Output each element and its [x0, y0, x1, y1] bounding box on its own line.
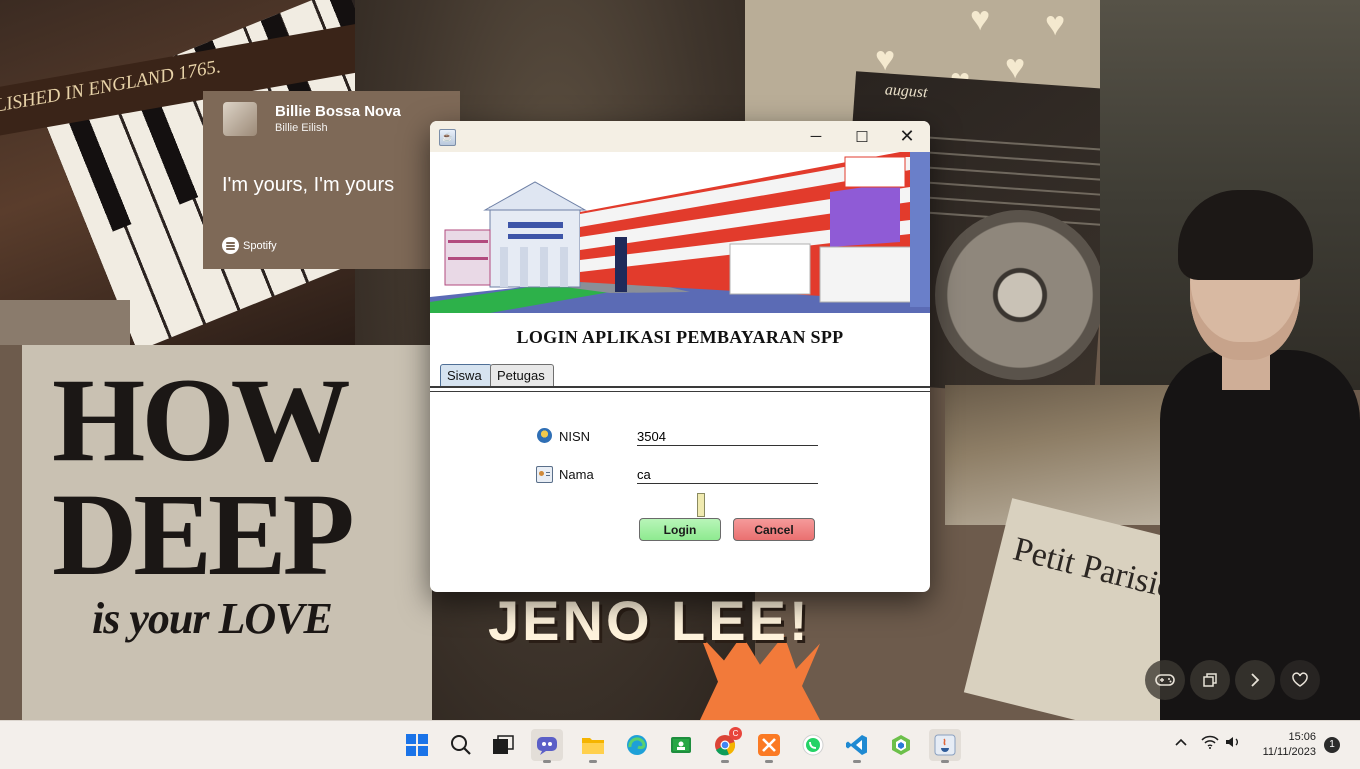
wallpaper-boxes — [945, 385, 1190, 525]
minimize-button[interactable]: ─ — [793, 121, 839, 152]
wallpaper-person — [1160, 190, 1360, 720]
java-app-icon: ☕ — [439, 129, 456, 146]
nama-label: Nama — [559, 467, 594, 482]
student-icon — [537, 428, 552, 443]
file-explorer-icon[interactable] — [577, 729, 609, 763]
heart-shape: ♥ — [1045, 5, 1066, 43]
chrome-profile-badge: C — [729, 727, 742, 740]
nisn-field[interactable] — [637, 427, 818, 446]
app-hexagon-icon[interactable] — [885, 729, 917, 761]
heart-icon[interactable] — [1280, 660, 1320, 700]
clock-time: 15:06 — [1288, 731, 1316, 743]
wifi-icon[interactable] — [1201, 735, 1219, 752]
copy-icon[interactable] — [1190, 660, 1230, 700]
close-button[interactable]: ✕ — [884, 121, 930, 152]
spotify-widget[interactable]: Billie Bossa Nova Billie Eilish I'm your… — [203, 91, 460, 269]
id-card-icon — [536, 466, 553, 483]
tab-petugas[interactable]: Petugas — [490, 364, 554, 387]
volume-icon[interactable] — [1225, 735, 1241, 752]
xampp-icon[interactable] — [753, 729, 785, 763]
teams-chat-icon[interactable] — [531, 729, 563, 763]
tab-divider — [430, 386, 930, 388]
windows-start-icon[interactable] — [401, 729, 433, 761]
vscode-icon[interactable] — [841, 729, 873, 763]
cancel-button[interactable]: Cancel — [733, 518, 815, 541]
login-button[interactable]: Login — [639, 518, 721, 541]
task-view-icon[interactable] — [487, 729, 519, 761]
window-titlebar[interactable]: ☕ ─ ☐ ✕ — [430, 121, 930, 152]
poster-deep: DEEP — [52, 469, 355, 600]
heart-shape: ♥ — [970, 0, 991, 38]
chrome-icon[interactable]: C — [709, 727, 742, 763]
wallpaper-strip — [0, 300, 130, 345]
nama-field[interactable] — [637, 465, 818, 484]
login-title: LOGIN APLIKASI PEMBAYARAN SPP — [516, 327, 844, 347]
spotify-label: Spotify — [243, 239, 277, 252]
wallpaper-disc — [935, 210, 1105, 380]
java-icon[interactable] — [929, 729, 961, 763]
notification-badge[interactable]: 1 — [1324, 737, 1340, 753]
song-artist: Billie Eilish — [275, 122, 328, 134]
letter-title: august — [884, 81, 929, 102]
edge-browser-icon[interactable] — [621, 729, 653, 761]
spotify-icon — [222, 237, 239, 254]
poster-love: is your LOVE — [92, 594, 333, 643]
maximize-button[interactable]: ☐ — [839, 121, 885, 152]
album-art — [223, 102, 257, 136]
gamepad-icon[interactable] — [1145, 660, 1185, 700]
song-title: Billie Bossa Nova — [275, 103, 401, 120]
password-caret-field[interactable] — [697, 493, 705, 517]
spotify-brand: Spotify — [222, 237, 277, 254]
taskbar: C 15:06 11/11/2023 1 — [0, 720, 1360, 769]
nisn-label: NISN — [559, 429, 591, 444]
clock-date: 11/11/2023 — [1262, 746, 1316, 758]
wallpaper-poster: HOW DEEP is your LOVE — [22, 345, 432, 720]
school-banner-image — [430, 152, 930, 313]
login-window: ☕ ─ ☐ ✕ LOGIN APLIKASI PEMBAYARAN SPP Si… — [430, 121, 930, 592]
tab-divider — [430, 391, 930, 392]
wallpaper-jeno-text: JENO LEE! — [488, 589, 811, 652]
chevron-right-icon[interactable] — [1235, 660, 1275, 700]
system-clock[interactable]: 15:06 11/11/2023 — [1254, 730, 1316, 760]
whatsapp-icon[interactable] — [797, 729, 829, 761]
chevron-up-icon[interactable] — [1174, 735, 1188, 750]
classroom-icon[interactable] — [665, 729, 697, 761]
search-icon[interactable] — [445, 729, 477, 761]
tab-siswa[interactable]: Siswa — [440, 364, 492, 387]
song-lyric: I'm yours, I'm yours — [222, 174, 395, 196]
